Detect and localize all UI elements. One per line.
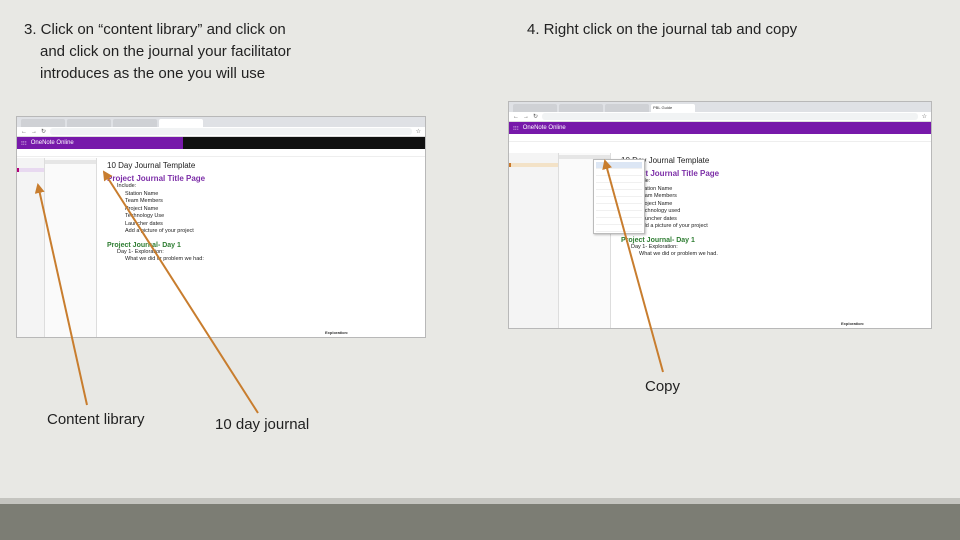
star-icon[interactable]: ☆ [416,128,421,135]
section-item[interactable] [17,176,44,180]
browser-tab-bar: PBL Guide [509,102,931,112]
ribbon-area [182,137,425,149]
caption-10-day-journal: 10 day journal [215,416,310,433]
exploration-note: Exploration: [841,321,901,326]
refresh-icon[interactable]: ↻ [533,113,538,120]
page-canvas[interactable]: 10 Day Journal Template Project Journal … [611,153,931,328]
day-1-line: Day 1- Exploration: [631,243,678,250]
context-menu-item[interactable] [596,218,642,225]
step-3-line-2: and click on the journal your facilitato… [40,43,291,60]
back-icon[interactable]: ← [21,129,27,135]
url-field[interactable] [50,128,412,135]
page-item[interactable] [45,172,96,176]
step-3-instruction: 3. Click on “content library” and click … [24,19,344,85]
include-item: Project Name [639,200,673,207]
browser-tab[interactable] [113,119,157,127]
exploration-label: Exploration: [841,321,865,326]
browser-tab-active[interactable]: PBL Guide [651,104,695,112]
page-list [45,158,97,337]
app-launcher-icon[interactable]: ⁝⁝⁝ [513,125,519,132]
screenshot-content-library: ← → ↻ ☆ ⁝⁝⁝ OneNote Online 10 Day Journa… [16,116,426,338]
page-title: 10 Day Journal Template [621,156,710,165]
footer-bar [0,504,960,540]
caption-copy: Copy [645,378,681,395]
context-menu-item-copy[interactable] [596,162,642,169]
include-item: Technology used [639,208,681,214]
browser-tab[interactable] [21,119,65,127]
notebook-body: 10 Day Journal Template Project Journal … [17,158,425,337]
include-item: Launcher dates [639,215,677,222]
day-1-heading: Project Journal- Day 1 [107,241,181,249]
onenote-header: ⁝⁝⁝ OneNote Online [17,137,425,149]
onenote-header: ⁝⁝⁝ OneNote Online [509,122,931,134]
page-title: 10 Day Journal Template [107,161,196,170]
step-4-instruction: 4. Right click on the journal tab and co… [527,21,798,38]
include-label: Include: [117,183,137,189]
browser-address-bar: ← → ↻ ☆ [509,112,931,122]
page-canvas[interactable]: 10 Day Journal Template Project Journal … [97,158,425,337]
context-menu-item[interactable] [596,169,642,176]
app-name[interactable]: OneNote Online [31,140,74,146]
notebook-body: 10 Day Journal Template Project Journal … [509,153,931,328]
context-menu [593,159,645,234]
include-item: Team Members [125,198,163,204]
exploration-label: Exploration: [325,330,349,335]
browser-tab[interactable] [605,104,649,112]
include-item: Launcher dates [125,220,163,227]
star-icon[interactable]: ☆ [922,113,927,120]
include-item: Add a picture of your project [125,228,194,234]
context-menu-item[interactable] [596,211,642,218]
title-page-heading: Project Journal Title Page [621,169,720,178]
include-item: Station Name [125,190,159,197]
url-field[interactable] [542,113,918,120]
include-item: Technology Use [125,213,165,219]
forward-icon[interactable]: → [31,129,37,135]
context-menu-item[interactable] [596,225,642,232]
context-menu-item[interactable] [596,197,642,204]
step-3-line-3: introduces as the one you will use [40,65,266,82]
day-1-list: Day 1- Exploration: What we did or probl… [621,244,921,259]
include-item: Station Name [639,185,673,192]
app-name[interactable]: OneNote Online [523,125,566,131]
section-list [17,158,45,337]
browser-tab[interactable] [67,119,111,127]
day-1-line: Day 1- Exploration: [117,248,164,255]
day-1-bullet: What we did or problem we had. [639,251,718,257]
notebook-breadcrumb [509,134,931,142]
day-1-heading: Project Journal- Day 1 [621,236,695,244]
step-3-line-1: 3. Click on “content library” and click … [24,21,286,38]
browser-address-bar: ← → ↻ ☆ [17,127,425,137]
browser-tab-bar [17,117,425,127]
include-item: Add a picture of your project [639,223,708,229]
include-list: Include: Station Name Team Members Proje… [107,183,415,236]
browser-tab[interactable] [513,104,557,112]
context-menu-item[interactable] [596,190,642,197]
context-menu-item[interactable] [596,176,642,183]
forward-icon[interactable]: → [523,114,529,120]
context-menu-item[interactable] [596,204,642,211]
notebook-breadcrumb [17,149,425,157]
include-label: Include: [631,178,921,186]
include-item: Team Members [639,193,677,199]
browser-tab[interactable] [559,104,603,112]
caption-content-library: Content library [47,411,145,428]
exploration-note: Exploration: [325,330,385,335]
day-1-bullet: What we did or problem we had: [125,256,204,262]
include-item: Project Name [125,205,159,212]
context-menu-item[interactable] [596,183,642,190]
back-icon[interactable]: ← [513,114,519,120]
slide: 3. Click on “content library” and click … [0,0,960,540]
title-page-heading: Project Journal Title Page [107,174,206,183]
refresh-icon[interactable]: ↻ [41,128,46,135]
screenshot-copy-tab: PBL Guide ← → ↻ ☆ ⁝⁝⁝ OneNote Online 10 … [508,101,932,329]
browser-tab-active[interactable] [159,119,203,127]
section-list [509,153,559,328]
app-launcher-icon[interactable]: ⁝⁝⁝ [21,140,27,147]
section-item[interactable] [509,167,558,171]
day-1-list: Day 1- Exploration: What we did or probl… [107,249,415,264]
include-list: Include: Station Name Team Members Proje… [621,178,921,231]
